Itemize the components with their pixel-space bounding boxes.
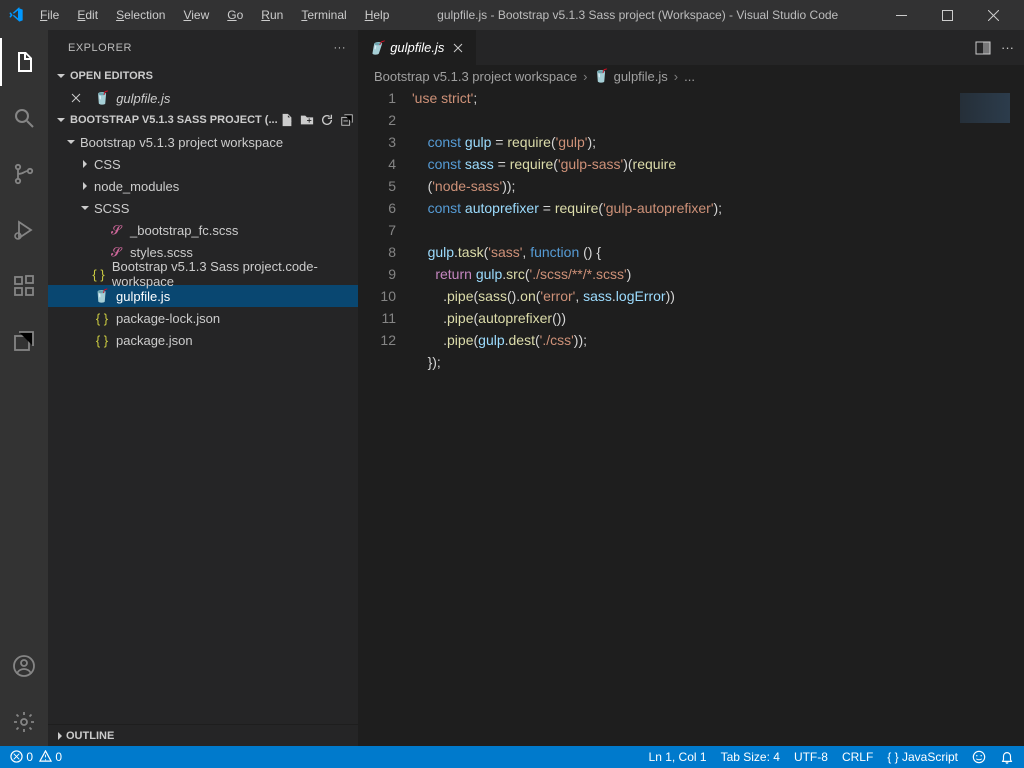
tree-root[interactable]: Bootstrap v5.1.3 project workspace	[48, 131, 358, 153]
outline-header[interactable]: OUTLINE	[48, 724, 358, 746]
minimap[interactable]	[950, 87, 1010, 746]
menu-file[interactable]: File	[32, 4, 67, 26]
code-area[interactable]: 123456789101112 'use strict'; const gulp…	[358, 87, 1024, 746]
minimize-button[interactable]	[878, 0, 924, 30]
menu-terminal[interactable]: Terminal	[293, 4, 354, 26]
chevron-right-icon: ›	[674, 69, 678, 84]
status-warnings[interactable]: 0	[39, 750, 62, 764]
activity-extensions[interactable]	[0, 262, 48, 310]
menu-go[interactable]: Go	[219, 4, 251, 26]
code-content[interactable]: 'use strict'; const gulp = require('gulp…	[412, 87, 1024, 746]
open-editors-header[interactable]: OPEN EDITORS	[48, 65, 358, 87]
activity-accounts[interactable]	[0, 642, 48, 690]
menu-help[interactable]: Help	[357, 4, 398, 26]
gulp-icon: 🥤	[94, 90, 110, 106]
split-editor-icon[interactable]	[975, 40, 991, 56]
gulp-icon: 🥤	[593, 68, 609, 84]
menu-view[interactable]: View	[175, 4, 217, 26]
menu-edit[interactable]: Edit	[69, 4, 106, 26]
menu-run[interactable]: Run	[253, 4, 291, 26]
new-file-icon[interactable]	[280, 113, 294, 127]
tree-item-label: package-lock.json	[116, 311, 220, 326]
tree-file[interactable]: { }Bootstrap v5.1.3 Sass project.code-wo…	[48, 263, 358, 285]
tree-folder[interactable]: CSS	[48, 153, 358, 175]
line-gutter: 123456789101112	[358, 87, 412, 746]
tree-item-label: _bootstrap_fc.scss	[130, 223, 238, 238]
chevron-right-icon: ›	[583, 69, 587, 84]
sidebar-title: EXPLORER	[68, 42, 132, 54]
status-cursor[interactable]: Ln 1, Col 1	[649, 750, 707, 764]
tree-item-label: styles.scss	[130, 245, 193, 260]
sidebar-more-icon[interactable]: ···	[334, 42, 347, 54]
open-editor-name: gulpfile.js	[116, 91, 170, 106]
activity-source-control[interactable]	[0, 150, 48, 198]
activity-run-debug[interactable]	[0, 206, 48, 254]
activity-search[interactable]	[0, 94, 48, 142]
title-bar: File Edit Selection View Go Run Terminal…	[0, 0, 1024, 30]
close-button[interactable]	[970, 0, 1016, 30]
status-errors[interactable]: 0	[10, 750, 33, 764]
refresh-icon[interactable]	[320, 113, 334, 127]
status-eol[interactable]: CRLF	[842, 750, 873, 764]
sidebar-header: EXPLORER ···	[48, 30, 358, 65]
tree-item-label: SCSS	[94, 201, 129, 216]
new-folder-icon[interactable]	[300, 113, 314, 127]
vscode-logo-icon	[8, 7, 24, 23]
chevron-icon	[78, 201, 92, 215]
chevron-icon	[78, 179, 92, 193]
gulp-icon: 🥤	[368, 40, 384, 56]
status-feedback-icon[interactable]	[972, 750, 986, 764]
maximize-button[interactable]	[924, 0, 970, 30]
tree-file[interactable]: { }package-lock.json	[48, 307, 358, 329]
status-bar: 0 0 Ln 1, Col 1 Tab Size: 4 UTF-8 CRLF {…	[0, 746, 1024, 768]
tree-item-label: node_modules	[94, 179, 179, 194]
collapse-all-icon[interactable]	[340, 113, 354, 127]
breadcrumb[interactable]: Bootstrap v5.1.3 project workspace › 🥤 g…	[358, 65, 1024, 87]
menu-bar: File Edit Selection View Go Run Terminal…	[32, 4, 397, 26]
activity-open-editors-icon[interactable]	[0, 318, 48, 366]
chevron-down-icon	[64, 135, 78, 149]
tree-item-label: gulpfile.js	[116, 289, 170, 304]
editor-tabs: 🥤 gulpfile.js ···	[358, 30, 1024, 65]
editor: 🥤 gulpfile.js ··· Bootstrap v5.1.3 proje…	[358, 30, 1024, 746]
folder-header[interactable]: BOOTSTRAP V5.1.3 SASS PROJECT (...	[48, 109, 358, 131]
more-icon[interactable]: ···	[1001, 40, 1014, 55]
chevron-right-icon	[54, 730, 66, 742]
file-tree: Bootstrap v5.1.3 project workspace CSS no…	[48, 131, 358, 351]
activity-explorer[interactable]	[0, 38, 48, 86]
window-title: gulpfile.js - Bootstrap v5.1.3 Sass proj…	[397, 8, 878, 22]
chevron-down-icon	[54, 69, 68, 83]
activity-bar	[0, 30, 48, 746]
tree-item-label: Bootstrap v5.1.3 Sass project.code-works…	[112, 259, 358, 289]
open-editor-item[interactable]: 🥤 gulpfile.js	[48, 87, 358, 109]
close-icon[interactable]	[450, 40, 466, 56]
tree-item-label: package.json	[116, 333, 193, 348]
chevron-icon	[78, 157, 92, 171]
open-editors-list: 🥤 gulpfile.js	[48, 87, 358, 109]
tree-file[interactable]: { }package.json	[48, 329, 358, 351]
tree-folder[interactable]: SCSS	[48, 197, 358, 219]
menu-selection[interactable]: Selection	[108, 4, 173, 26]
status-indent[interactable]: Tab Size: 4	[721, 750, 780, 764]
status-language[interactable]: { } JavaScript	[887, 750, 958, 764]
sidebar: EXPLORER ··· OPEN EDITORS 🥤 gulpfile.js …	[48, 30, 358, 746]
status-encoding[interactable]: UTF-8	[794, 750, 828, 764]
chevron-down-icon	[54, 113, 68, 127]
status-bell-icon[interactable]	[1000, 750, 1014, 764]
tree-item-label: CSS	[94, 157, 121, 172]
activity-settings[interactable]	[0, 698, 48, 746]
tree-file[interactable]: 𝓢_bootstrap_fc.scss	[48, 219, 358, 241]
tab-gulpfile[interactable]: 🥤 gulpfile.js	[358, 30, 477, 65]
tree-folder[interactable]: node_modules	[48, 175, 358, 197]
close-icon[interactable]	[68, 90, 84, 106]
window-controls	[878, 0, 1016, 30]
